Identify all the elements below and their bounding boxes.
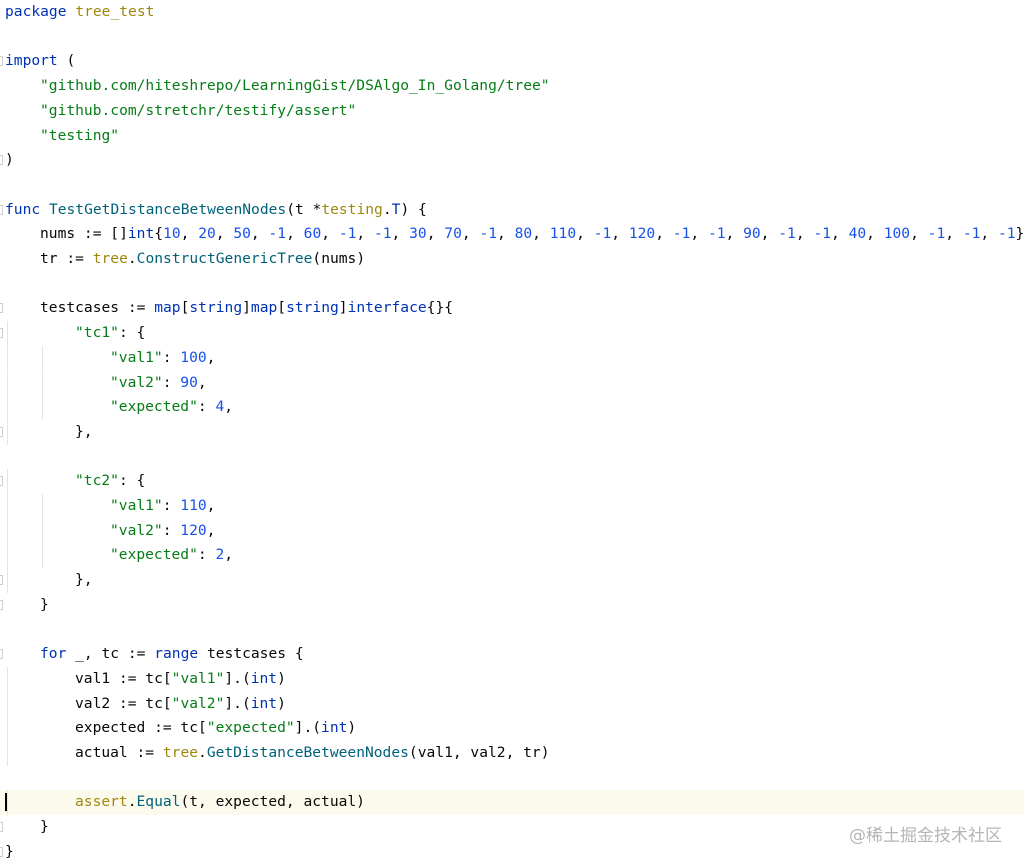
code-text: "tc1": { xyxy=(75,324,146,342)
code-line[interactable]: "tc1": { xyxy=(0,321,1024,346)
code-text: tr := tree.ConstructGenericTree(nums) xyxy=(40,250,366,267)
code-line[interactable]: assert.Equal(t, expected, actual) xyxy=(0,790,1024,816)
indent-guide xyxy=(7,345,8,371)
code-line[interactable]: "testing" xyxy=(0,124,1024,149)
indent-guide xyxy=(42,395,43,420)
code-text: } xyxy=(40,595,49,613)
indent-guide xyxy=(7,518,8,544)
code-line[interactable]: package tree_test xyxy=(0,0,1024,25)
code-line[interactable]: "val1": 110, xyxy=(0,494,1024,519)
indent-guide xyxy=(7,741,8,766)
code-line[interactable]: for _, tc := range testcases { xyxy=(0,642,1024,667)
code-line[interactable]: nums := []int{10, 20, 50, -1, 60, -1, -1… xyxy=(0,222,1024,247)
code-line[interactable]: "expected": 4, xyxy=(0,395,1024,420)
code-text: }, xyxy=(75,571,93,589)
code-line[interactable]: "val1": 100, xyxy=(0,345,1024,371)
code-text: for _, tc := range testcases { xyxy=(40,645,304,663)
code-text: } xyxy=(5,842,14,860)
code-text: testcases := map[string]map[string]inter… xyxy=(40,299,454,317)
code-line[interactable]: "val2": 120, xyxy=(0,518,1024,544)
indent-guide xyxy=(7,494,8,519)
fold-marker-icon[interactable] xyxy=(0,328,3,339)
code-line[interactable]: "github.com/hiteshrepo/LearningGist/DSAl… xyxy=(0,74,1024,99)
code-line[interactable]: } xyxy=(0,593,1024,618)
code-line[interactable]: actual := tree.GetDistanceBetweenNodes(v… xyxy=(0,741,1024,766)
code-text: "val2": 90, xyxy=(110,373,207,391)
code-text: "testing" xyxy=(40,126,120,144)
code-line[interactable] xyxy=(0,272,1024,297)
code-text: ) xyxy=(5,151,14,169)
fold-marker-icon[interactable] xyxy=(0,599,3,610)
code-text: "github.com/hiteshrepo/LearningGist/DSAl… xyxy=(40,77,550,95)
code-text: "tc2": { xyxy=(75,472,146,490)
fold-marker-icon[interactable] xyxy=(0,56,3,67)
indent-guide xyxy=(42,543,43,569)
code-line[interactable]: testcases := map[string]map[string]inter… xyxy=(0,296,1024,321)
code-text: "val1": 100, xyxy=(110,348,216,366)
code-editor[interactable]: package tree_testimport ( "github.com/hit… xyxy=(0,0,1024,866)
fold-marker-icon[interactable] xyxy=(0,303,3,314)
code-line[interactable] xyxy=(0,766,1024,791)
code-text: "expected": 2, xyxy=(110,546,234,564)
code-line[interactable]: }, xyxy=(0,419,1024,445)
fold-marker-icon[interactable] xyxy=(0,575,3,586)
fold-marker-icon[interactable] xyxy=(0,155,3,166)
code-text: nums := []int{10, 20, 50, -1, 60, -1, -1… xyxy=(40,225,1024,243)
fold-marker-icon[interactable] xyxy=(0,649,3,660)
indent-guide xyxy=(7,568,8,593)
code-text: assert.Equal(t, expected, actual) xyxy=(75,793,365,811)
indent-guide xyxy=(42,345,43,371)
indent-guide xyxy=(7,543,8,569)
fold-marker-icon[interactable] xyxy=(0,846,3,857)
indent-guide xyxy=(7,469,8,494)
indent-guide xyxy=(42,494,43,519)
code-line[interactable] xyxy=(0,445,1024,470)
indent-guide xyxy=(7,321,8,346)
code-text: expected := tc["expected"].(int) xyxy=(75,719,357,737)
code-line[interactable]: expected := tc["expected"].(int) xyxy=(0,716,1024,741)
code-text: func TestGetDistanceBetweenNodes(t *test… xyxy=(5,200,427,218)
code-line[interactable]: }, xyxy=(0,568,1024,593)
indent-guide xyxy=(42,370,43,396)
code-text: "val1": 110, xyxy=(110,497,216,514)
code-line[interactable]: import ( xyxy=(0,49,1024,74)
code-line[interactable]: val2 := tc["val2"].(int) xyxy=(0,691,1024,717)
indent-guide xyxy=(7,691,8,717)
code-line[interactable]: func TestGetDistanceBetweenNodes(t *test… xyxy=(0,198,1024,223)
code-text: val2 := tc["val2"].(int) xyxy=(75,694,286,712)
code-line[interactable]: "tc2": { xyxy=(0,469,1024,494)
indent-guide xyxy=(7,716,8,741)
code-text: "github.com/stretchr/testify/assert" xyxy=(40,101,357,119)
indent-guide xyxy=(7,395,8,420)
indent-guide xyxy=(42,518,43,544)
code-line[interactable]: val1 := tc["val1"].(int) xyxy=(0,666,1024,692)
fold-marker-icon[interactable] xyxy=(0,476,3,487)
indent-guide xyxy=(7,666,8,692)
code-text: package tree_test xyxy=(5,3,155,20)
code-text: "expected": 4, xyxy=(110,398,234,416)
code-line[interactable] xyxy=(0,25,1024,50)
text-caret xyxy=(5,793,7,812)
code-line[interactable]: "expected": 2, xyxy=(0,543,1024,569)
code-text: actual := tree.GetDistanceBetweenNodes(v… xyxy=(75,744,550,761)
code-line[interactable]: "val2": 90, xyxy=(0,370,1024,396)
fold-marker-icon[interactable] xyxy=(0,822,3,833)
code-text: } xyxy=(40,818,49,836)
fold-marker-icon[interactable] xyxy=(0,426,3,437)
code-text: }, xyxy=(75,422,93,440)
indent-guide xyxy=(7,370,8,396)
indent-guide xyxy=(7,790,8,816)
code-line[interactable] xyxy=(0,618,1024,643)
code-text: val1 := tc["val1"].(int) xyxy=(75,669,286,687)
fold-marker-icon[interactable] xyxy=(0,204,3,215)
code-line[interactable]: tr := tree.ConstructGenericTree(nums) xyxy=(0,247,1024,272)
code-line[interactable]: ) xyxy=(0,148,1024,173)
indent-guide xyxy=(7,419,8,445)
code-text: import ( xyxy=(5,52,76,70)
code-line[interactable]: "github.com/stretchr/testify/assert" xyxy=(0,99,1024,124)
code-line[interactable] xyxy=(0,173,1024,198)
code-text: "val2": 120, xyxy=(110,521,216,539)
watermark: @稀土掘金技术社区 xyxy=(849,826,1002,846)
